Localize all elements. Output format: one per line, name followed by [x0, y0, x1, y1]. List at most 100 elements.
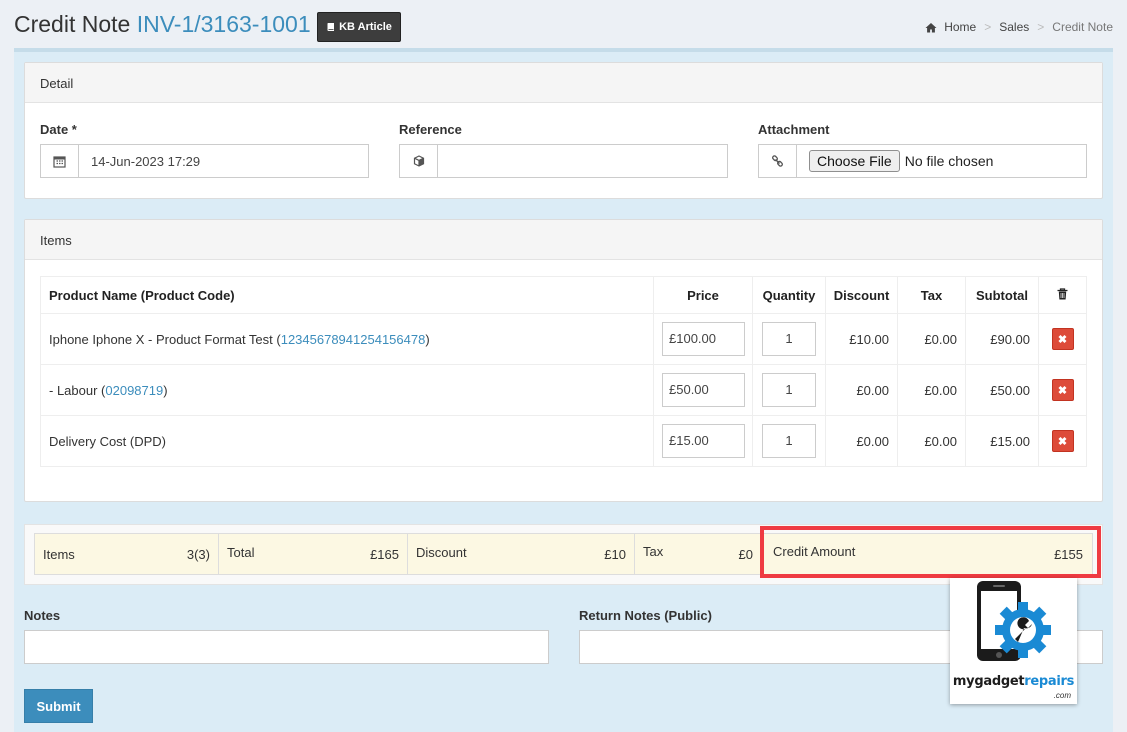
totals-total-value: £165: [370, 547, 399, 562]
price-cell: £50.00: [653, 364, 753, 416]
remove-icon: ✖: [1057, 435, 1068, 448]
discount-cell: £0.00: [825, 415, 898, 467]
quantity-input[interactable]: 1: [762, 424, 816, 458]
product-name-cell: Iphone Iphone X - Product Format Test (1…: [40, 313, 654, 365]
totals-items-value: 3(3): [186, 546, 210, 562]
link-icon: [759, 145, 797, 177]
detail-heading: Detail: [25, 63, 1102, 103]
cube-icon: [400, 145, 438, 177]
discount-cell: £0.00: [825, 364, 898, 416]
invoice-reference: INV-1/3163-1001: [136, 11, 311, 37]
reference-field[interactable]: [399, 144, 728, 178]
kb-article-label: KB Article: [339, 21, 392, 33]
breadcrumb-separator: >: [984, 20, 992, 34]
remove-icon: ✖: [1057, 384, 1068, 397]
quantity-input[interactable]: 1: [762, 322, 816, 356]
subtotal-cell: £50.00: [965, 364, 1039, 416]
subtotal-cell: £15.00: [965, 415, 1039, 467]
quantity-input[interactable]: 1: [762, 373, 816, 407]
attachment-field[interactable]: Choose File No file chosen: [758, 144, 1087, 178]
reference-input[interactable]: [438, 145, 462, 177]
product-name-cell: Delivery Cost (DPD): [40, 415, 654, 467]
table-row: Iphone Iphone X - Product Format Test (1…: [40, 313, 1087, 365]
return-notes-label: Return Notes (Public): [579, 608, 712, 623]
product-name-cell: - Labour (02098719): [40, 364, 654, 416]
date-label: Date *: [40, 122, 77, 137]
submit-button[interactable]: Submit: [24, 689, 93, 723]
price-input[interactable]: £15.00: [662, 424, 745, 458]
table-row: Delivery Cost (DPD) £15.00 1 £0.00 £0.00…: [40, 415, 1087, 467]
phone-gear-icon: [977, 581, 1051, 661]
totals-discount-label: Discount: [416, 545, 467, 560]
logo-domain: .com: [1053, 691, 1071, 700]
tax-cell: £0.00: [897, 313, 966, 365]
breadcrumb-separator: >: [1037, 20, 1045, 34]
product-name: - Labour (: [49, 382, 106, 398]
breadcrumb: Home > Sales > Credit Note: [925, 20, 1113, 34]
subtotal-cell: £90.00: [965, 313, 1039, 365]
detail-panel: Detail Date * 14-Jun-2023 17:29 Referenc…: [24, 62, 1103, 199]
items-heading: Items: [25, 220, 1102, 260]
delete-cell: ✖: [1038, 313, 1087, 365]
product-code-link[interactable]: 12345678941254156478: [281, 332, 426, 347]
kb-article-button[interactable]: KB Article: [317, 12, 401, 42]
reference-label: Reference: [399, 122, 462, 137]
logo-text-dark: mygadget: [952, 674, 1025, 689]
items-panel: Items Product Name (Product Code) Price …: [24, 219, 1103, 502]
product-name: Iphone Iphone X - Product Format Test (: [49, 331, 281, 347]
discount-cell: £10.00: [825, 313, 898, 365]
price-cell: £15.00: [653, 415, 753, 467]
remove-item-button[interactable]: ✖: [1051, 379, 1074, 401]
items-table: Product Name (Product Code) Price Quanti…: [40, 276, 1087, 467]
tax-cell: £0.00: [897, 415, 966, 467]
credit-amount-highlight: [760, 526, 1101, 578]
remove-item-button[interactable]: ✖: [1051, 430, 1074, 452]
calendar-icon: [41, 145, 79, 177]
breadcrumb-sales[interactable]: Sales: [999, 20, 1029, 34]
table-header-row: Product Name (Product Code) Price Quanti…: [40, 276, 1087, 314]
totals-discount-value: £10: [604, 547, 626, 562]
page-title-text: Credit Note: [14, 11, 131, 37]
column-header: Product Name (Product Code): [40, 276, 654, 314]
product-name-close: ): [163, 382, 168, 398]
choose-file-button[interactable]: Choose File: [809, 150, 900, 172]
table-row: - Labour (02098719) £50.00 1 £0.00 £0.00…: [40, 364, 1087, 416]
price-input[interactable]: £100.00: [662, 322, 745, 356]
remove-icon: ✖: [1057, 333, 1068, 346]
quantity-cell: 1: [752, 415, 826, 467]
column-header: Subtotal: [965, 276, 1039, 314]
breadcrumb-current: Credit Note: [1052, 20, 1113, 34]
logo-text-blue: repairs: [1024, 674, 1075, 689]
trash-icon: [1057, 287, 1068, 299]
book-icon: [327, 23, 335, 31]
quantity-cell: 1: [752, 364, 826, 416]
notes-label: Notes: [24, 608, 61, 623]
column-header: Tax: [897, 276, 966, 314]
tax-cell: £0.00: [897, 364, 966, 416]
attachment-label: Attachment: [758, 122, 830, 137]
column-header: Price: [653, 276, 753, 314]
totals-discount: Discount £10: [407, 533, 635, 575]
delete-cell: ✖: [1038, 415, 1087, 467]
product-code-link[interactable]: 02098719: [105, 383, 163, 398]
breadcrumb-home[interactable]: Home: [944, 20, 976, 34]
logo-wordmark: mygadgetrepairs: [950, 674, 1077, 689]
totals-tax-label: Tax: [643, 544, 664, 559]
page-header: Credit Note INV-1/3163-1001 KB Article H…: [0, 0, 1127, 52]
home-icon: [925, 22, 937, 32]
product-name: Delivery Cost (DPD): [49, 433, 167, 449]
column-header: Quantity: [752, 276, 826, 314]
delete-column-header: [1038, 276, 1087, 314]
totals-tax: Tax £0: [634, 533, 762, 575]
totals-items-label: Items: [43, 546, 75, 562]
product-name-close: ): [425, 331, 430, 347]
no-file-chosen-text: No file chosen: [904, 153, 994, 169]
totals-total: Total £165: [218, 533, 408, 575]
mygadgetrepairs-logo: mygadgetrepairs .com: [950, 578, 1077, 704]
date-input[interactable]: 14-Jun-2023 17:29: [79, 145, 212, 177]
price-input[interactable]: £50.00: [662, 373, 745, 407]
remove-item-button[interactable]: ✖: [1051, 328, 1074, 350]
notes-input[interactable]: [24, 630, 549, 664]
totals-tax-value: £0: [738, 547, 753, 562]
date-field[interactable]: 14-Jun-2023 17:29: [40, 144, 369, 178]
